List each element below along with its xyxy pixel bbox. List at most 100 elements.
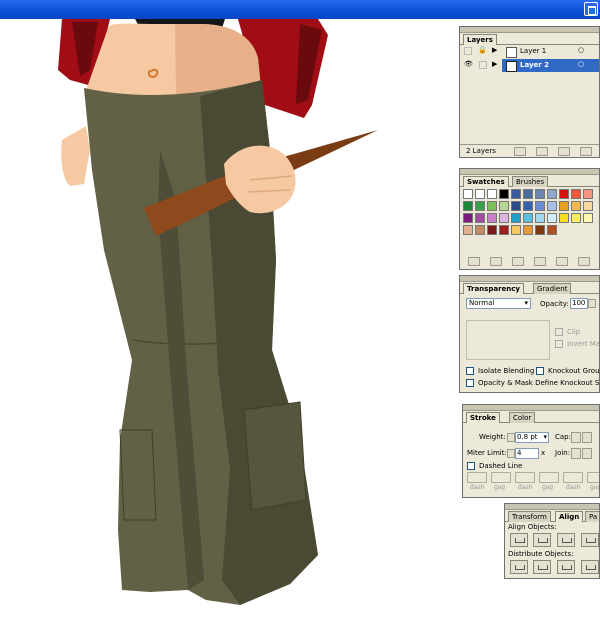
lock-icon[interactable]: 🔒 xyxy=(478,46,487,55)
swatch[interactable] xyxy=(535,189,545,199)
pattern-swatches-button[interactable] xyxy=(534,257,546,266)
dash-field[interactable] xyxy=(563,472,583,483)
swatch[interactable] xyxy=(547,213,557,223)
swatch[interactable] xyxy=(475,201,485,211)
expand-triangle-icon[interactable]: ▶ xyxy=(492,60,497,69)
distribute-top-button[interactable] xyxy=(510,560,528,574)
swatch[interactable] xyxy=(547,189,557,199)
tab-pathfinder[interactable]: Pa xyxy=(585,511,599,522)
target-icon[interactable]: ○ xyxy=(578,46,584,55)
swatch[interactable] xyxy=(523,225,533,235)
swatch[interactable] xyxy=(535,225,545,235)
round-join-button[interactable] xyxy=(582,448,592,459)
swatch[interactable] xyxy=(571,201,581,211)
swatch[interactable] xyxy=(487,225,497,235)
opacity-slider-button[interactable] xyxy=(588,299,596,308)
swatch[interactable] xyxy=(559,213,569,223)
swatch[interactable] xyxy=(523,213,533,223)
swatch[interactable] xyxy=(475,213,485,223)
dashed-line-checkbox[interactable] xyxy=(467,462,475,470)
align-top-button[interactable] xyxy=(581,533,599,547)
clip-checkbox[interactable] xyxy=(555,328,563,336)
restore-window-icon[interactable] xyxy=(584,2,598,16)
gradient-swatches-button[interactable] xyxy=(512,257,524,266)
miter-limit-stepper[interactable] xyxy=(507,449,515,458)
swatch[interactable] xyxy=(523,201,533,211)
swatch[interactable] xyxy=(463,189,473,199)
tab-transparency[interactable]: Transparency xyxy=(463,283,524,294)
miter-limit-input[interactable]: 4 xyxy=(515,448,539,459)
tab-brushes[interactable]: Brushes xyxy=(512,176,549,187)
swatch[interactable] xyxy=(535,201,545,211)
swatch[interactable] xyxy=(571,189,581,199)
new-layer-button[interactable] xyxy=(558,147,570,156)
invert-mask-checkbox[interactable] xyxy=(555,340,563,348)
tab-align[interactable]: Align xyxy=(555,511,584,522)
new-sublayer-button[interactable] xyxy=(536,147,548,156)
align-right-button[interactable] xyxy=(557,533,575,547)
tab-gradient[interactable]: Gradient xyxy=(533,283,572,294)
knockout-group-checkbox[interactable] xyxy=(536,367,544,375)
swatch[interactable] xyxy=(463,201,473,211)
gap-field[interactable] xyxy=(539,472,559,483)
swatch[interactable] xyxy=(511,201,521,211)
expand-triangle-icon[interactable]: ▶ xyxy=(492,46,497,55)
tab-swatches[interactable]: Swatches xyxy=(463,176,509,187)
tab-layers[interactable]: Layers xyxy=(463,34,497,45)
make-clipping-mask-button[interactable] xyxy=(514,147,526,156)
isolate-blending-checkbox[interactable] xyxy=(466,367,474,375)
swatch[interactable] xyxy=(547,225,557,235)
tab-transform[interactable]: Transform xyxy=(508,511,551,522)
swatch[interactable] xyxy=(499,213,509,223)
gap-field[interactable] xyxy=(587,472,599,483)
swatch[interactable] xyxy=(499,189,509,199)
lock-toggle[interactable] xyxy=(479,61,487,69)
distribute-vertical-center-button[interactable] xyxy=(533,560,551,574)
gap-field[interactable] xyxy=(491,472,511,483)
swatch[interactable] xyxy=(499,225,509,235)
swatch[interactable] xyxy=(559,189,569,199)
visibility-toggle[interactable] xyxy=(464,47,472,55)
layer-name[interactable]: Layer 2 xyxy=(520,61,549,70)
swatch[interactable] xyxy=(511,225,521,235)
weight-stepper[interactable] xyxy=(507,433,515,442)
opacity-input[interactable]: 100 xyxy=(570,298,588,309)
blend-mode-select[interactable]: Normal ▾ xyxy=(466,298,531,309)
swatch[interactable] xyxy=(511,213,521,223)
new-swatch-button[interactable] xyxy=(556,257,568,266)
delete-swatch-button[interactable] xyxy=(578,257,590,266)
swatch[interactable] xyxy=(559,201,569,211)
target-icon[interactable]: ○ xyxy=(578,60,584,69)
swatch[interactable] xyxy=(487,189,497,199)
swatch[interactable] xyxy=(475,189,485,199)
dash-field[interactable] xyxy=(467,472,487,483)
round-cap-button[interactable] xyxy=(582,432,592,443)
swatch[interactable] xyxy=(547,201,557,211)
eye-icon[interactable]: 👁 xyxy=(464,60,473,69)
swatch[interactable] xyxy=(571,213,581,223)
swatch[interactable] xyxy=(583,201,593,211)
dash-field[interactable] xyxy=(515,472,535,483)
swatch[interactable] xyxy=(583,213,593,223)
align-left-button[interactable] xyxy=(510,533,528,547)
swatch[interactable] xyxy=(511,189,521,199)
tab-color[interactable]: Color xyxy=(509,412,536,423)
swatch[interactable] xyxy=(463,213,473,223)
tab-stroke[interactable]: Stroke xyxy=(466,412,500,423)
distribute-bottom-button[interactable] xyxy=(557,560,575,574)
butt-cap-button[interactable] xyxy=(571,432,581,443)
show-swatch-kinds-button[interactable] xyxy=(468,257,480,266)
layer-row[interactable]: 🔒 ▶ Layer 1 ○ xyxy=(460,45,599,58)
swatch[interactable] xyxy=(475,225,485,235)
layer-row[interactable]: 👁 ▶ Layer 2 ○ xyxy=(460,59,599,72)
swatch[interactable] xyxy=(499,201,509,211)
layer-name[interactable]: Layer 1 xyxy=(520,47,546,56)
swatch[interactable] xyxy=(487,213,497,223)
miter-join-button[interactable] xyxy=(571,448,581,459)
opacity-mask-knockout-checkbox[interactable] xyxy=(466,379,474,387)
swatch[interactable] xyxy=(523,189,533,199)
color-swatches-button[interactable] xyxy=(490,257,502,266)
swatch[interactable] xyxy=(463,225,473,235)
weight-input[interactable]: 0.8 pt ▾ xyxy=(515,432,549,443)
delete-layer-button[interactable] xyxy=(580,147,592,156)
